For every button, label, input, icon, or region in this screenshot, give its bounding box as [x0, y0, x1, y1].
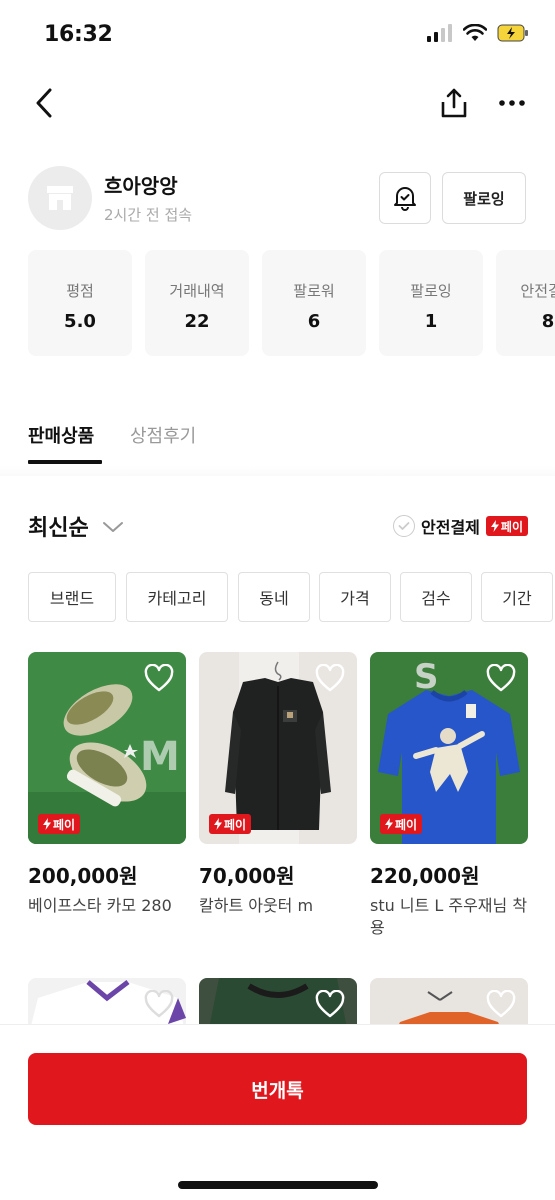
- sort-dropdown-label[interactable]: 최신순: [28, 510, 89, 542]
- filter-chip-brand[interactable]: 브랜드: [28, 572, 116, 622]
- lightning-icon: [214, 818, 222, 830]
- stat-label: 안전결제: [520, 282, 555, 300]
- heart-icon[interactable]: [315, 990, 345, 1018]
- notification-button[interactable]: [379, 172, 431, 224]
- stat-value: 6: [307, 311, 321, 332]
- lightning-icon: [490, 520, 499, 532]
- shop-stats: 평점 5.0 거래내역 22 팔로워 6 팔로잉 1 안전결제 8: [28, 250, 555, 356]
- bell-check-icon: [394, 187, 416, 211]
- pay-badge: 페이: [38, 814, 81, 834]
- status-icons: [427, 24, 529, 42]
- lightning-icon: [43, 818, 51, 830]
- section-divider: [0, 466, 555, 476]
- top-nav: [0, 78, 555, 128]
- stat-label: 팔로잉: [410, 282, 452, 300]
- stat-value: 5.0: [64, 311, 96, 332]
- pay-badge: 페이: [209, 814, 252, 834]
- product-name: 베이프스타 카모 280: [28, 896, 172, 915]
- check-circle-icon: [393, 515, 416, 537]
- heart-icon[interactable]: [144, 664, 174, 692]
- product-card[interactable]: 페이 70,000원 칼하트 아웃터 m: [199, 652, 357, 917]
- battery-icon: [497, 24, 528, 42]
- filter-chip-neighborhood[interactable]: 동네: [238, 572, 310, 622]
- stat-rating[interactable]: 평점 5.0: [28, 250, 132, 356]
- signal-icon: [427, 24, 452, 42]
- filter-chip-category[interactable]: 카테고리: [126, 572, 228, 622]
- product-card[interactable]: S 페이 220,000원 stu 니트 L 주우재님 착용: [370, 652, 528, 939]
- more-icon: [499, 100, 525, 106]
- tab-active-indicator: [28, 460, 102, 464]
- svg-text:M: M: [140, 734, 180, 780]
- store-icon: [47, 186, 73, 210]
- pay-badge-label: 페이: [395, 817, 418, 832]
- pay-badge-label: 페이: [500, 519, 523, 534]
- pay-badge-label: 페이: [224, 817, 247, 832]
- share-icon: [441, 88, 467, 118]
- stat-label: 평점: [66, 282, 94, 300]
- shop-name: 흐아앙앙: [104, 174, 178, 198]
- product-price: 200,000원: [28, 864, 138, 888]
- product-image: 페이: [199, 652, 357, 844]
- home-indicator[interactable]: [178, 1181, 378, 1189]
- heart-icon[interactable]: [486, 990, 516, 1018]
- heart-icon[interactable]: [315, 664, 345, 692]
- back-button[interactable]: [28, 84, 60, 122]
- filter-chip-inspection[interactable]: 검수: [400, 572, 472, 622]
- filter-chip-period[interactable]: 기간: [481, 572, 553, 622]
- chevron-left-icon: [36, 88, 52, 118]
- chat-button[interactable]: 번개톡: [28, 1053, 527, 1125]
- product-card[interactable]: M 페이 200,000원 베이프스타 카모 280: [28, 652, 186, 917]
- bottom-bar: 번개톡: [0, 1024, 555, 1200]
- tab-products[interactable]: 판매상품: [28, 422, 94, 448]
- status-time: 16:32: [44, 22, 113, 47]
- last-seen: 2시간 전 접속: [104, 206, 193, 224]
- pay-badge: 페이: [380, 814, 423, 834]
- status-bar: 16:32: [0, 0, 555, 70]
- sort-row: 최신순 안전결제 페이: [28, 508, 528, 548]
- heart-icon[interactable]: [144, 990, 174, 1018]
- stat-value: 22: [184, 311, 210, 332]
- pay-badge: 페이: [485, 516, 528, 536]
- stat-label: 팔로워: [293, 282, 335, 300]
- product-price: 220,000원: [370, 864, 480, 888]
- safe-pay-toggle[interactable]: 안전결제 페이: [393, 514, 528, 538]
- product-image: S 페이: [370, 652, 528, 844]
- stat-followers[interactable]: 팔로워 6: [262, 250, 366, 356]
- more-button[interactable]: [495, 84, 529, 122]
- stat-value: 8: [541, 311, 555, 332]
- stat-value: 1: [424, 311, 438, 332]
- product-image: M 페이: [28, 652, 186, 844]
- follow-button[interactable]: 팔로잉: [442, 172, 526, 224]
- product-name: 칼하트 아웃터 m: [199, 896, 314, 915]
- sort-dropdown-button[interactable]: [100, 512, 126, 542]
- safe-pay-label: 안전결제: [421, 518, 480, 537]
- lightning-icon: [385, 818, 393, 830]
- avatar[interactable]: [28, 166, 92, 230]
- stat-safe-payment[interactable]: 안전결제 8: [496, 250, 555, 356]
- shop-tabs: 판매상품 상점후기: [0, 416, 555, 466]
- chevron-down-icon: [103, 522, 123, 532]
- share-button[interactable]: [437, 84, 471, 122]
- tab-reviews[interactable]: 상점후기: [130, 422, 196, 448]
- filter-chips: 브랜드 카테고리 동네 가격 검수 기간: [28, 572, 555, 622]
- product-name: stu 니트 L 주우재님 착용: [370, 896, 528, 937]
- product-price: 70,000원: [199, 864, 295, 888]
- heart-icon[interactable]: [486, 664, 516, 692]
- stat-following[interactable]: 팔로잉 1: [379, 250, 483, 356]
- shop-profile: 흐아앙앙 2시간 전 접속 팔로잉: [28, 166, 528, 232]
- filter-chip-price[interactable]: 가격: [319, 572, 391, 622]
- pay-badge-label: 페이: [53, 817, 76, 832]
- stat-label: 거래내역: [169, 282, 225, 300]
- wifi-icon: [463, 24, 487, 41]
- stat-transactions[interactable]: 거래내역 22: [145, 250, 249, 356]
